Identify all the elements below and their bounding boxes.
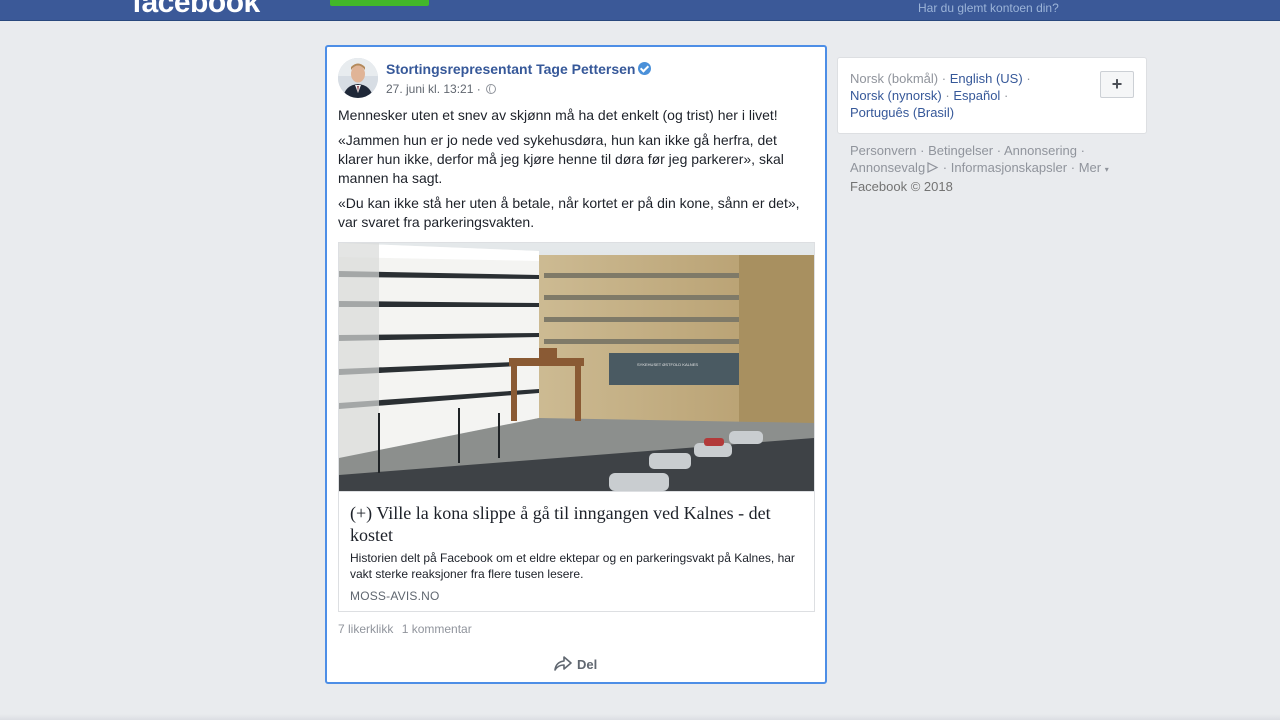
footer-link-annonsering[interactable]: Annonsering — [1004, 143, 1077, 158]
link-title[interactable]: (+) Ville la kona slippe å gå til inngan… — [350, 502, 800, 546]
language-norsk-nynorsk[interactable]: Norsk (nynorsk) — [850, 88, 942, 103]
signup-button[interactable] — [330, 0, 429, 6]
post-counts: 7 likerklikk 1 kommentar — [338, 622, 477, 636]
language-separator: · — [1003, 88, 1009, 103]
author-name: Stortingsrepresentant Tage Pettersen — [386, 61, 636, 77]
link-description: Historien delt på Facebook om et eldre e… — [350, 551, 795, 581]
footer-link-mer[interactable]: Mer ▾ — [1079, 160, 1109, 175]
link-preview-card[interactable]: SYKEHUSET ØSTFOLD KALNES (+) Ville la ko… — [338, 242, 815, 612]
language-current: Norsk (bokmål) — [850, 71, 939, 86]
verified-badge-icon — [638, 62, 652, 75]
forgot-account-link[interactable]: Har du glemt kontoen din? — [918, 1, 1059, 15]
globe-privacy-icon[interactable] — [486, 84, 497, 94]
post-paragraph: «Du kan ikke stå her uten å betale, når … — [338, 195, 800, 230]
post-paragraph: «Jammen hun er jo nede ved sykehusdøra, … — [338, 132, 784, 186]
footer-link-informasjonskapsler[interactable]: Informasjonskapsler — [951, 160, 1067, 175]
hospital-photo: SYKEHUSET ØSTFOLD KALNES — [339, 243, 814, 491]
footer-links: Personvern · Betingelser · Annonsering ·… — [850, 142, 1140, 195]
plus-icon: + — [1111, 74, 1123, 94]
language-separator: · — [945, 88, 950, 103]
post-card: Stortingsrepresentant Tage Pettersen 27.… — [325, 45, 827, 684]
add-language-button[interactable]: + — [1100, 71, 1134, 98]
author-name-link[interactable]: Stortingsrepresentant Tage Pettersen — [386, 61, 652, 77]
footer-separator: · — [996, 143, 1002, 158]
footer-link-betingelser[interactable]: Betingelser — [928, 143, 993, 158]
hospital-sign-text: SYKEHUSET ØSTFOLD KALNES — [637, 362, 698, 367]
footer-link-personvern[interactable]: Personvern — [850, 143, 916, 158]
author-avatar[interactable] — [338, 58, 378, 98]
facebook-logo[interactable]: facebook — [132, 0, 260, 20]
bottom-shadow — [0, 714, 1280, 720]
footer-separator: · — [1080, 143, 1085, 158]
language-separator: · — [941, 71, 947, 86]
link-preview-info[interactable]: (+) Ville la kona slippe å gå til inngan… — [339, 491, 814, 611]
post-timestamp[interactable]: 27. juni kl. 13:21 — [386, 82, 473, 96]
language-portugues-brasil[interactable]: Português (Brasil) — [850, 105, 954, 120]
footer-mer-label: Mer — [1078, 160, 1102, 175]
link-domain: MOSS-AVIS.NO — [350, 589, 440, 603]
language-separator: · — [1026, 71, 1031, 86]
language-list: Norsk (bokmål) · English (US) · Norsk (n… — [850, 70, 1090, 121]
post-text: Mennesker uten et snev av skjønn må ha d… — [338, 106, 808, 238]
language-espanol[interactable]: Español — [953, 88, 1000, 103]
likes-count[interactable]: 7 likerklikk — [338, 622, 393, 636]
footer-separator: · — [942, 160, 948, 175]
copyright: Facebook © 2018 — [850, 179, 953, 194]
footer-separator: · — [1070, 160, 1076, 175]
ad-choices-icon[interactable] — [927, 162, 939, 173]
share-label: Del — [577, 656, 598, 672]
caret-down-icon: ▾ — [1104, 165, 1109, 174]
meta-separator: · — [476, 82, 481, 96]
link-preview-image[interactable]: SYKEHUSET ØSTFOLD KALNES — [339, 243, 814, 491]
footer-link-annonsevalg[interactable]: Annonsevalg — [850, 160, 925, 175]
avatar-image — [338, 58, 378, 98]
post-paragraph: Mennesker uten et snev av skjønn må ha d… — [338, 107, 778, 123]
footer-separator: · — [920, 143, 925, 158]
top-navigation-bar: facebook Har du glemt kontoen din? — [0, 0, 1280, 21]
language-english-us[interactable]: English (US) — [950, 71, 1023, 86]
comments-count[interactable]: 1 kommentar — [402, 622, 472, 636]
post-meta: 27. juni kl. 13:21 · — [386, 82, 497, 96]
share-arrow-icon — [554, 656, 572, 671]
language-selector-box: Norsk (bokmål) · English (US) · Norsk (n… — [837, 57, 1147, 134]
share-button[interactable]: Del — [553, 653, 597, 675]
